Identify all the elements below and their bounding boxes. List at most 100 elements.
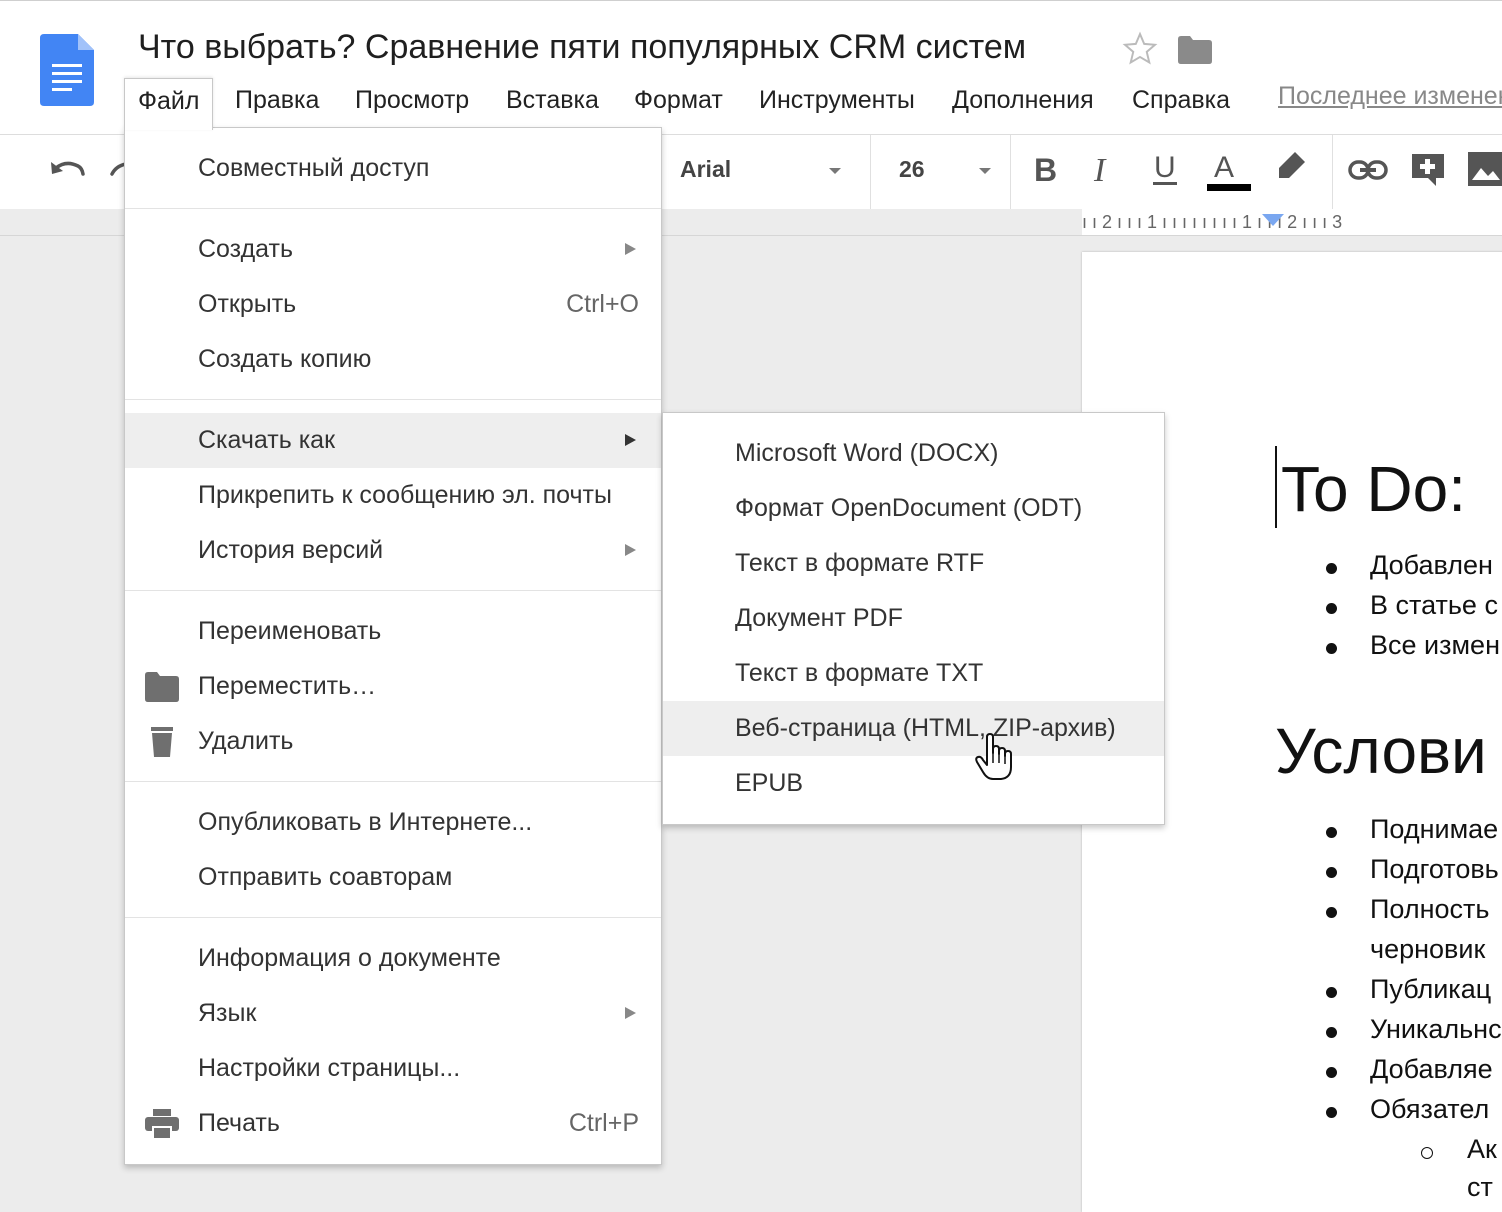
menu-view[interactable]: Просмотр: [342, 78, 482, 126]
bullet-icon: [1326, 1067, 1337, 1078]
menu-item-language[interactable]: Язык: [125, 986, 661, 1041]
download-pdf[interactable]: Документ PDF: [663, 591, 1164, 646]
menu-item-label: Веб-страница (HTML, ZIP-архив): [735, 714, 1116, 742]
menu-item-label: Открыть: [198, 290, 297, 318]
comment-icon[interactable]: [1410, 152, 1446, 188]
menu-item-label: Текст в формате TXT: [735, 659, 984, 687]
menu-item-page-setup[interactable]: Настройки страницы...: [125, 1041, 661, 1096]
menu-item-delete[interactable]: Удалить: [125, 714, 661, 769]
menu-item-email-attach[interactable]: Прикрепить к сообщению эл. почты: [125, 468, 661, 523]
menu-item-label: Язык: [198, 999, 257, 1027]
list-item[interactable]: Добавлен: [1370, 550, 1493, 581]
bullet-icon: [1326, 603, 1337, 614]
bold-icon[interactable]: B: [1030, 148, 1062, 192]
menu-item-move[interactable]: Переместить…: [125, 659, 661, 714]
menu-tools[interactable]: Инструменты: [746, 78, 928, 126]
bullet-icon: [1326, 907, 1337, 918]
menu-item-label: Microsoft Word (DOCX): [735, 439, 999, 467]
bullet-icon: [1326, 1107, 1337, 1118]
folder-icon: [145, 672, 179, 702]
list-item[interactable]: Обязател: [1370, 1094, 1489, 1125]
font-family-select[interactable]: Arial: [680, 156, 731, 183]
svg-text:A: A: [1214, 151, 1234, 184]
chevron-down-icon[interactable]: [829, 168, 841, 174]
svg-text:U: U: [1154, 151, 1176, 184]
heading-conditions[interactable]: Услови: [1275, 714, 1487, 788]
undo-icon[interactable]: [48, 154, 86, 186]
hand-pointer-icon: [975, 733, 1012, 780]
sub-list-item-continuation[interactable]: ст: [1467, 1172, 1493, 1203]
sub-bullet-icon: [1421, 1147, 1433, 1159]
file-menu: Совместный доступ Создать Открыть Ctrl+O…: [124, 127, 662, 1165]
menu-item-label: EPUB: [735, 769, 804, 797]
menu-item-print[interactable]: Печать Ctrl+P: [125, 1096, 661, 1151]
bullet-icon: [1326, 643, 1337, 654]
menu-item-email-collaborators[interactable]: Отправить соавторам: [125, 850, 661, 905]
menu-item-label: Прикрепить к сообщению эл. почты: [198, 481, 612, 509]
shortcut-label: Ctrl+P: [568, 1109, 639, 1137]
heading-todo[interactable]: To Do:: [1281, 452, 1466, 526]
menu-item-label: Скачать как: [198, 426, 336, 454]
list-item[interactable]: Добавляе: [1370, 1054, 1493, 1085]
list-item[interactable]: В статье с: [1370, 590, 1498, 621]
menu-divider: [125, 208, 661, 209]
submenu-arrow-icon: [625, 243, 636, 255]
download-docx[interactable]: Microsoft Word (DOCX): [663, 426, 1164, 481]
menu-item-publish[interactable]: Опубликовать в Интернете...: [125, 795, 661, 850]
menu-item-download-as[interactable]: Скачать как: [125, 413, 661, 468]
menu-item-doc-details[interactable]: Информация о документе: [125, 931, 661, 986]
list-item-continuation[interactable]: черновик: [1370, 934, 1485, 965]
font-size-select[interactable]: 26: [899, 156, 925, 183]
download-html-zip[interactable]: Веб-страница (HTML, ZIP-архив): [663, 701, 1164, 756]
download-txt[interactable]: Текст в формате TXT: [663, 646, 1164, 701]
underline-icon[interactable]: U: [1150, 148, 1182, 192]
list-item[interactable]: Публикац: [1370, 974, 1491, 1005]
menu-item-label: Настройки страницы...: [198, 1054, 461, 1082]
menu-divider: [125, 399, 661, 400]
download-rtf[interactable]: Текст в формате RTF: [663, 536, 1164, 591]
list-item[interactable]: Все измен: [1370, 630, 1500, 661]
last-edit-link[interactable]: Последнее изменение: [1278, 82, 1502, 111]
list-item[interactable]: Поднимае: [1370, 814, 1498, 845]
menu-item-label: Текст в формате RTF: [735, 549, 985, 577]
menu-item-version-history[interactable]: История версий: [125, 523, 661, 578]
indent-marker-icon[interactable]: [1262, 214, 1284, 226]
menu-addons[interactable]: Дополнения: [939, 78, 1107, 126]
sub-list-item[interactable]: Ак: [1467, 1134, 1497, 1165]
trash-icon: [151, 727, 173, 757]
svg-text:B: B: [1034, 152, 1057, 188]
document-title[interactable]: Что выбрать? Сравнение пяти популярных C…: [138, 28, 1026, 67]
link-icon[interactable]: [1348, 156, 1388, 184]
menu-item-new[interactable]: Создать: [125, 222, 661, 277]
download-odt[interactable]: Формат OpenDocument (ODT): [663, 481, 1164, 536]
menu-item-label: Переименовать: [198, 617, 382, 645]
download-epub[interactable]: EPUB: [663, 756, 1164, 811]
menu-item-make-copy[interactable]: Создать копию: [125, 332, 661, 387]
menu-edit[interactable]: Правка: [222, 78, 332, 126]
image-icon[interactable]: [1468, 152, 1502, 186]
ruler[interactable]: ı ı 2 ı ı ı 1 ı ı ı ı ı ı ı ı 1 ı ı ı 2 …: [1082, 209, 1502, 235]
menu-item-label: Создать: [198, 235, 294, 263]
menu-item-label: Опубликовать в Интернете...: [198, 808, 533, 836]
list-item[interactable]: Уникальнс: [1370, 1014, 1502, 1045]
italic-icon[interactable]: I: [1090, 148, 1122, 192]
menu-item-label: Отправить соавторам: [198, 863, 453, 891]
menu-format[interactable]: Формат: [621, 78, 736, 126]
chevron-down-icon[interactable]: [979, 168, 991, 174]
menu-help[interactable]: Справка: [1119, 78, 1243, 126]
google-docs-icon[interactable]: [40, 34, 94, 106]
text-color-icon[interactable]: A: [1205, 148, 1253, 192]
menu-item-open[interactable]: Открыть Ctrl+O: [125, 277, 661, 332]
text-cursor: [1275, 446, 1277, 528]
menu-item-rename[interactable]: Переименовать: [125, 604, 661, 659]
list-item[interactable]: Подготовь: [1370, 854, 1499, 885]
menu-item-label: Формат OpenDocument (ODT): [735, 494, 1083, 522]
folder-icon[interactable]: [1178, 36, 1212, 64]
menu-file[interactable]: Файл: [124, 78, 214, 130]
download-submenu: Microsoft Word (DOCX) Формат OpenDocumen…: [662, 412, 1165, 825]
menu-insert[interactable]: Вставка: [493, 78, 612, 126]
menu-item-share[interactable]: Совместный доступ: [125, 141, 661, 196]
star-icon[interactable]: [1122, 31, 1158, 67]
list-item[interactable]: Полность: [1370, 894, 1489, 925]
highlight-icon[interactable]: [1273, 148, 1311, 188]
